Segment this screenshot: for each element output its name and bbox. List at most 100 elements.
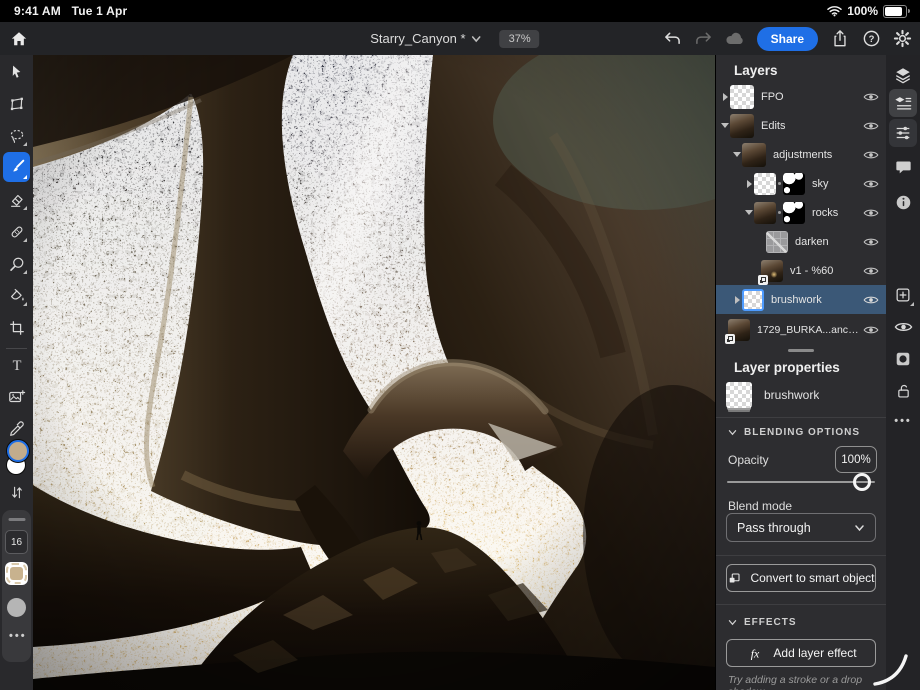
redo-button[interactable] <box>692 27 716 51</box>
help-button[interactable]: ? <box>859 27 883 51</box>
canvas[interactable] <box>33 55 715 690</box>
document-title[interactable]: Starry_Canyon * <box>370 31 465 46</box>
layer-mask-thumbnail[interactable] <box>783 202 805 224</box>
convert-to-smart-object-button[interactable]: Convert to smart object <box>726 564 876 592</box>
canvas-artwork <box>33 55 715 690</box>
collapse-chevron-icon[interactable] <box>744 210 754 215</box>
layer-visibility-eye-icon[interactable] <box>862 265 880 277</box>
tool-crop[interactable] <box>3 314 30 341</box>
brush-tip-preview[interactable] <box>5 562 28 585</box>
layer-row-darken[interactable]: darken <box>716 227 886 256</box>
comments-button[interactable] <box>889 153 917 181</box>
layer-mask-button[interactable] <box>889 345 917 373</box>
brush-more-options-button[interactable]: ••• <box>9 630 27 642</box>
smart-object-thumbnail[interactable] <box>761 260 783 282</box>
add-layer-submenu-triangle <box>910 302 914 306</box>
zoom-level-badge[interactable]: 37% <box>500 30 540 48</box>
mask-link-icon <box>778 182 781 185</box>
tool-type[interactable]: T <box>3 351 30 378</box>
layer-name: 1729_BURKA...anced-NR33 <box>757 324 862 336</box>
tool-transform[interactable] <box>3 90 30 117</box>
adjustment-layer-thumbnail[interactable] <box>766 231 788 253</box>
layer-visibility-eye-icon[interactable] <box>862 324 880 336</box>
battery-icon <box>883 5 907 18</box>
tool-eraser[interactable] <box>3 186 30 213</box>
layer-visibility-eye-icon[interactable] <box>862 178 880 190</box>
layer-row-background[interactable]: 1729_BURKA...anced-NR33 <box>716 315 886 344</box>
collapse-chevron-icon[interactable] <box>720 123 730 128</box>
layer-properties-button-active[interactable] <box>889 89 917 117</box>
layer-row-adjustments[interactable]: adjustments <box>716 140 886 169</box>
tool-brush[interactable] <box>3 152 30 182</box>
layer-thumbnail[interactable] <box>754 173 776 195</box>
add-layer-effect-button[interactable]: fx Add layer effect <box>726 639 876 667</box>
layer-visibility-eye-icon[interactable] <box>862 207 880 219</box>
tool-fill[interactable] <box>3 282 30 309</box>
tool-rail: T 16 <box>0 55 33 690</box>
smart-object-thumbnail[interactable] <box>728 319 750 341</box>
swap-colors-button[interactable] <box>3 479 30 506</box>
layer-row-edits[interactable]: Edits <box>716 111 886 140</box>
title-chevron-down-icon[interactable] <box>472 35 482 43</box>
tool-healing-brush[interactable] <box>3 218 30 245</box>
status-time: 9:41 AM <box>14 4 61 18</box>
expand-chevron-icon[interactable] <box>744 180 754 188</box>
layer-row-rocks[interactable]: rocks <box>716 198 886 227</box>
layer-thumbnail[interactable] <box>742 289 764 311</box>
add-layer-button[interactable] <box>889 281 917 309</box>
redo-icon <box>694 30 713 47</box>
layer-visibility-eye-icon[interactable] <box>862 294 880 306</box>
tool-move[interactable] <box>3 58 30 85</box>
adjustments-panel-button[interactable] <box>889 119 917 147</box>
settings-button[interactable] <box>890 27 914 51</box>
expand-chevron-icon[interactable] <box>720 93 730 101</box>
visibility-button[interactable] <box>889 313 917 341</box>
layer-thumbnail[interactable] <box>730 85 754 109</box>
layer-row-brushwork-selected[interactable]: brushwork <box>716 285 886 314</box>
lock-layer-button[interactable] <box>889 377 917 405</box>
brush-smoothing-control[interactable] <box>5 596 28 619</box>
layer-visibility-eye-icon[interactable] <box>862 149 880 161</box>
layer-name: FPO <box>761 91 784 103</box>
current-layer-thumbnail <box>726 382 752 408</box>
export-button[interactable] <box>828 27 852 51</box>
corner-gesture-arc[interactable] <box>871 648 911 688</box>
info-button[interactable] <box>889 188 917 216</box>
tool-magnify[interactable] <box>3 250 30 277</box>
brush-size-field[interactable]: 16 <box>5 530 28 554</box>
layer-visibility-eye-icon[interactable] <box>862 236 880 248</box>
effects-header[interactable]: EFFECTS <box>728 617 797 628</box>
tool-lasso[interactable] <box>3 122 30 149</box>
tool-add-image[interactable] <box>3 383 30 410</box>
tool-eyedropper[interactable] <box>3 415 30 442</box>
layer-row-sky[interactable]: sky <box>716 169 886 198</box>
home-button[interactable] <box>8 28 30 50</box>
undo-button[interactable] <box>661 27 685 51</box>
layer-thumbnail[interactable] <box>730 114 754 138</box>
blending-options-header[interactable]: BLENDING OPTIONS <box>728 427 860 438</box>
layer-row-fpo[interactable]: FPO <box>716 82 886 111</box>
layer-visibility-eye-icon[interactable] <box>862 120 880 132</box>
share-button[interactable]: Share <box>757 27 818 51</box>
layer-thumbnail[interactable] <box>742 143 766 167</box>
panel-drag-handle[interactable] <box>8 518 25 521</box>
panel-resize-handle[interactable] <box>788 349 814 352</box>
layer-thumbnail[interactable] <box>754 202 776 224</box>
cloud-sync-button[interactable] <box>723 27 747 51</box>
layer-visibility-eye-icon[interactable] <box>862 91 880 103</box>
expand-chevron-icon[interactable] <box>732 296 742 304</box>
wifi-icon <box>827 5 842 17</box>
foreground-color-swatch[interactable] <box>7 440 29 462</box>
photoshop-ipad-app: 9:41 AM Tue 1 Apr 100% Starry_Canyon * 3… <box>0 0 920 690</box>
more-options-button[interactable]: ••• <box>889 407 917 435</box>
layer-mask-thumbnail[interactable] <box>783 173 805 195</box>
opacity-value-field[interactable]: 100% <box>835 446 877 473</box>
layer-name: adjustments <box>773 149 832 161</box>
opacity-slider[interactable] <box>727 481 875 483</box>
layer-row-v1[interactable]: v1 - %60 <box>716 256 886 285</box>
layers-panel-button[interactable] <box>889 61 917 89</box>
mask-link-icon <box>778 211 781 214</box>
blend-mode-dropdown[interactable]: Pass through <box>726 513 876 542</box>
collapse-chevron-icon[interactable] <box>732 152 742 157</box>
opacity-slider-knob[interactable] <box>853 473 871 491</box>
